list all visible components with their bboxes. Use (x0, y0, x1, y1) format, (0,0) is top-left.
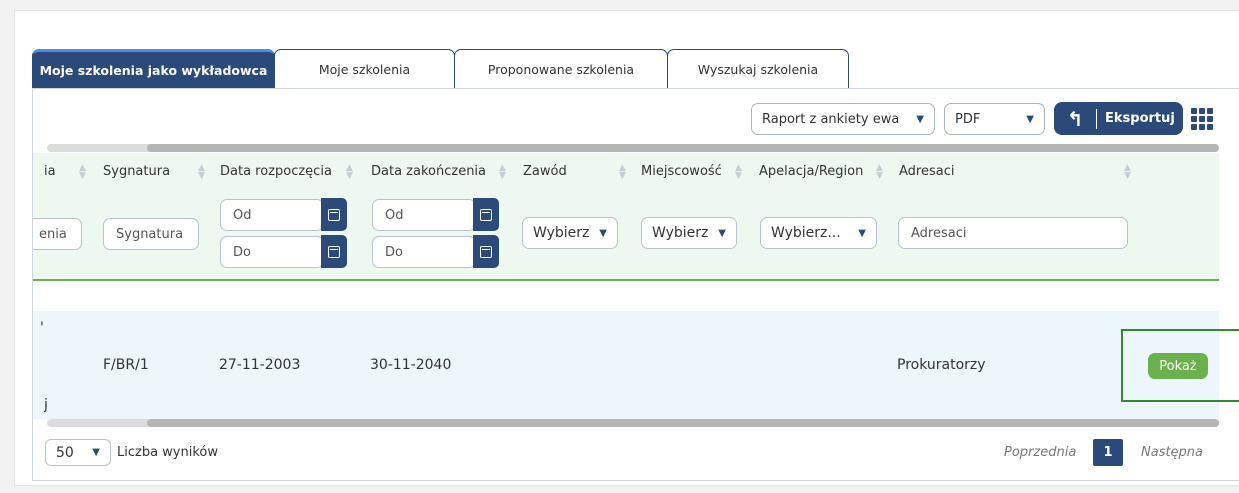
tab-proposed-trainings[interactable]: Proponowane szkolenia (454, 49, 668, 89)
per-page-value: 50 (56, 444, 74, 461)
col-header-start-date[interactable]: Data rozpoczęcia (220, 164, 332, 179)
chevron-down-icon: ▼ (1026, 113, 1034, 125)
start-date-to-placeholder: Do (233, 244, 251, 260)
sygnatura-placeholder: Sygnatura (116, 226, 184, 242)
profession-select[interactable]: Wybierz ▼ (522, 217, 618, 249)
chevron-down-icon: ▼ (718, 227, 726, 239)
start-date-from-placeholder: Od (233, 207, 252, 223)
tab-lecturer-trainings[interactable]: Moje szkolenia jako wykładowca (32, 49, 275, 89)
sygnatura-filter-input[interactable]: Sygnatura (103, 218, 199, 250)
start-date-to-input[interactable]: Do (220, 236, 324, 268)
filter-cut-placeholder: enia (39, 226, 67, 242)
format-select-value: PDF (955, 111, 981, 127)
chevron-down-icon: ▼ (599, 227, 607, 239)
tab-bar: Moje szkolenia jako wykładowca Moje szko… (32, 49, 849, 89)
back-arrow-icon: ↰ (1066, 106, 1084, 131)
cell-end-date: 30-11-2040 (370, 357, 452, 373)
per-page-label: Liczba wyników (117, 445, 219, 460)
sort-icon[interactable]: ▲ ▼ (499, 164, 506, 181)
horizontal-scrollbar-bottom[interactable] (47, 419, 1219, 427)
export-label: Eksportuj (1105, 111, 1175, 126)
recipients-filter-input[interactable]: Adresaci (898, 217, 1128, 249)
calendar-icon[interactable] (321, 198, 347, 231)
col-header-end-date[interactable]: Data zakończenia (371, 164, 486, 179)
calendar-icon[interactable] (473, 235, 499, 268)
report-select-value: Raport z ankiety ewa (762, 111, 900, 127)
sort-icon[interactable]: ▲ ▼ (1124, 164, 1131, 181)
cut-cell-bottom: j (44, 397, 48, 413)
grid-icon[interactable] (1191, 108, 1213, 130)
region-select-value: Wybierz... (771, 225, 841, 241)
col-header-recipients[interactable]: Adresaci (899, 164, 954, 179)
cut-cell-top: ' (40, 320, 44, 336)
city-select[interactable]: Wybierz ▼ (641, 217, 737, 249)
sort-icon[interactable]: ▲ ▼ (735, 164, 742, 181)
cell-recipients: Prokuratorzy (897, 357, 986, 373)
report-select[interactable]: Raport z ankiety ewa ▼ (751, 103, 935, 135)
pagination-next[interactable]: Następna (1141, 445, 1203, 460)
region-select[interactable]: Wybierz... ▼ (760, 217, 877, 249)
cell-start-date: 27-11-2003 (219, 357, 301, 373)
col-header-cut[interactable]: ia (44, 164, 56, 179)
calendar-icon[interactable] (473, 198, 499, 231)
highlight-box (1121, 329, 1239, 402)
sort-icon[interactable]: ▲ ▼ (346, 164, 353, 181)
horizontal-scrollbar-top[interactable] (47, 144, 1219, 152)
col-header-region[interactable]: Apelacja/Region (759, 164, 863, 179)
chevron-down-icon: ▼ (858, 227, 866, 239)
filter-cut-input[interactable]: enia (33, 218, 82, 250)
tab-my-trainings[interactable]: Moje szkolenia (274, 49, 455, 89)
table-row (33, 311, 1219, 419)
sort-icon[interactable]: ▲ ▼ (79, 164, 86, 181)
pagination-prev[interactable]: Poprzednia (1004, 445, 1076, 460)
end-date-from-placeholder: Od (385, 207, 404, 223)
tab-search-trainings[interactable]: Wyszukaj szkolenia (667, 49, 849, 89)
sort-icon[interactable]: ▲ ▼ (198, 164, 205, 181)
per-page-select[interactable]: 50 ▼ (45, 439, 111, 466)
col-header-sygnatura[interactable]: Sygnatura (103, 164, 170, 179)
calendar-icon[interactable] (321, 235, 347, 268)
format-select[interactable]: PDF ▼ (944, 103, 1045, 135)
start-date-from-input[interactable]: Od (220, 199, 324, 231)
profession-select-value: Wybierz (533, 225, 590, 241)
chevron-down-icon: ▼ (916, 113, 924, 125)
sort-icon[interactable]: ▲ ▼ (619, 164, 626, 181)
end-date-to-input[interactable]: Do (372, 236, 476, 268)
pagination-current-page[interactable]: 1 (1093, 439, 1123, 466)
scrollbar-thumb[interactable] (147, 419, 1219, 427)
cell-sygnatura: F/BR/1 (103, 357, 149, 373)
recipients-placeholder: Adresaci (911, 225, 967, 241)
export-button[interactable]: ↰ Eksportuj (1054, 102, 1183, 135)
sort-icon[interactable]: ▲ ▼ (876, 164, 883, 181)
end-date-to-placeholder: Do (385, 244, 403, 260)
chevron-down-icon: ▼ (92, 447, 100, 458)
col-header-city[interactable]: Miejscowość (641, 164, 722, 179)
end-date-from-input[interactable]: Od (372, 199, 476, 231)
col-header-profession[interactable]: Zawód (523, 164, 567, 179)
scrollbar-thumb[interactable] (147, 144, 1219, 152)
city-select-value: Wybierz (652, 225, 709, 241)
